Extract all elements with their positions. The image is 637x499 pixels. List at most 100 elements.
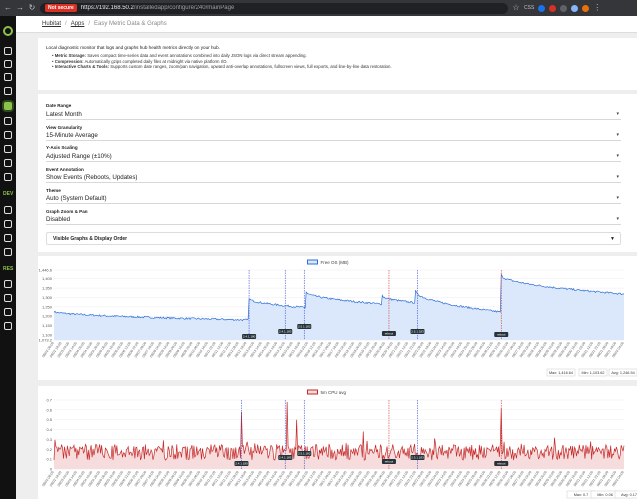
theme-select[interactable]: Auto (System Default) ▾: [46, 195, 621, 204]
annotation-label: 2.5.1.182: [298, 324, 311, 328]
visible-graphs-expander[interactable]: Visible Graphs & Display Order ▼: [46, 232, 621, 245]
extension-icon[interactable]: [560, 4, 568, 12]
profile-avatar[interactable]: [582, 4, 590, 12]
y-tick-label: 1,250: [42, 304, 53, 309]
reports-icon[interactable]: [4, 173, 12, 181]
main-content: Hubitat / Apps / Easy Metric Data & Graphs L…: [16, 16, 637, 499]
dashboard-icon[interactable]: [4, 87, 12, 95]
date-range-select[interactable]: Latest Month ▾: [46, 111, 621, 120]
annotation-label: reboot: [497, 332, 506, 336]
intro-description: Local diagnostic monitor that logs and g…: [46, 45, 220, 50]
bullet-title: Interactive Charts & Tools:: [54, 64, 110, 70]
y-axis-scaling-label: Y-Axis Scaling: [46, 145, 78, 150]
chevron-down-icon: ▾: [616, 195, 619, 201]
view-granularity-value: 15-Minute Average: [46, 132, 98, 139]
free-os-chart[interactable]: Free OS (MB) 1,446.6 1,400 1,350 1,300 1,250 1…: [38, 256, 637, 380]
security-badge[interactable]: Not secure: [45, 4, 77, 12]
support-icon[interactable]: [4, 308, 12, 316]
drivers-icon[interactable]: [4, 234, 12, 242]
extension-icon[interactable]: [549, 4, 557, 12]
breadcrumb-apps[interactable]: Apps: [71, 21, 85, 27]
stat-min: Min: 1,103.62: [581, 371, 604, 375]
annotation-label: reboot: [497, 461, 506, 465]
address-bar[interactable]: Not secure https://192.168.50.2/installe…: [40, 2, 508, 14]
chevron-down-icon: ▾: [616, 132, 619, 138]
chevron-down-icon: ▾: [616, 153, 619, 159]
view-granularity-select[interactable]: 15-Minute Average ▾: [46, 132, 621, 141]
legend-swatch: [307, 259, 318, 265]
top-bar: Hubitat / Apps / Easy Metric Data & Graphs: [16, 16, 637, 33]
code-icon[interactable]: [4, 206, 12, 214]
free-os-chart-card: Free OS (MB) 1,446.6 1,400 1,350 1,300 1,250 1…: [38, 256, 637, 380]
community-icon[interactable]: [4, 294, 12, 302]
tools-icon[interactable]: [4, 131, 12, 139]
extension-icon[interactable]: [571, 4, 579, 12]
series-area: [54, 274, 624, 340]
forward-icon[interactable]: →: [16, 0, 24, 16]
url-text: https://192.168.50.2/installedapp/config…: [81, 5, 234, 11]
stat-avg: Avg: 1,246.54: [611, 371, 634, 375]
view-granularity-label: View Granularity: [46, 125, 83, 130]
apps-icon[interactable]: [4, 102, 12, 110]
chat-icon[interactable]: [4, 322, 12, 330]
y-tick-label: 0.6: [46, 407, 52, 412]
stat-avg: Avg: 0.17: [621, 493, 637, 497]
legend-label: 5m CPU avg: [321, 390, 347, 395]
extension-label[interactable]: CSS: [524, 5, 534, 11]
documentation-icon[interactable]: [4, 280, 12, 288]
graph-zoom-label: Graph Zoom & Pan: [46, 209, 88, 214]
y-tick-label: 0.2: [46, 447, 52, 452]
devices-icon[interactable]: [4, 60, 12, 68]
breadcrumb: Hubitat / Apps / Easy Metric Data & Graphs: [42, 21, 167, 27]
settings-icon[interactable]: [4, 145, 12, 153]
theme-label: Theme: [46, 188, 61, 193]
menu-icon[interactable]: ⋮: [593, 0, 601, 16]
reload-icon[interactable]: ↻: [28, 0, 36, 16]
bullet-body: Saves compact time-series data and event…: [87, 53, 307, 58]
url-host: https://192.168.50.2: [80, 5, 134, 11]
event-annotation-select[interactable]: Show Events (Reboots, Updates) ▾: [46, 174, 621, 183]
chevron-down-icon: ▾: [616, 216, 619, 222]
dev-section-label: DEV: [3, 191, 14, 197]
logs-icon[interactable]: [4, 159, 12, 167]
y-tick-label: 0.4: [46, 427, 52, 432]
rooms-icon[interactable]: [4, 73, 12, 81]
sidebar: DEV RES: [0, 16, 16, 499]
cpu-chart[interactable]: 5m CPU avg0.70.60.50.40.30.20.102.4.1.18…: [38, 386, 637, 499]
back-icon[interactable]: ←: [4, 0, 12, 16]
y-tick-label: 1,300: [42, 295, 53, 300]
cpu-chart-card: 5m CPU avg 0.7 0.6 0.5 0.4 0.3 0.2 0.1 0 2.4.1.18…: [38, 386, 637, 499]
hubitat-logo[interactable]: [3, 26, 13, 36]
y-tick-label: 0.7: [46, 398, 52, 403]
event-annotation-value: Show Events (Reboots, Updates): [46, 174, 138, 181]
breadcrumb-separator: /: [65, 21, 67, 27]
y-tick-label: 0.5: [46, 417, 52, 422]
libraries-icon[interactable]: [4, 248, 12, 256]
bullet-title: Metric Storage:: [54, 53, 86, 58]
annotation-label: reboot: [385, 459, 394, 463]
globe-icon[interactable]: [4, 220, 12, 228]
annotation-label: reboot: [385, 331, 394, 335]
stat-max: Max: 0.7: [574, 493, 589, 497]
integrations-icon[interactable]: [4, 117, 12, 125]
breadcrumb-hubitat[interactable]: Hubitat: [42, 21, 61, 27]
series-line: [53, 401, 625, 461]
annotation-label: 2.5.1.183: [411, 329, 424, 333]
graph-zoom-select[interactable]: Disabled ▾: [46, 216, 621, 225]
annotation-label: 2.4.1.180: [243, 334, 256, 338]
bullet-title: Compression:: [54, 58, 84, 64]
extension-icon[interactable]: [538, 4, 546, 12]
stat-min: Min: 0.06: [597, 493, 613, 497]
y-tick-label: 1,446.6: [39, 268, 53, 273]
res-section-label: RES: [3, 266, 14, 272]
y-axis-scaling-select[interactable]: Adjusted Range (±10%) ▾: [46, 153, 621, 162]
y-tick-label: 0.1: [46, 457, 52, 462]
chevron-down-icon: ▾: [616, 111, 619, 117]
star-icon[interactable]: ☆: [512, 0, 520, 16]
legend-label: Free OS (MB): [321, 260, 350, 265]
home-icon[interactable]: [4, 47, 12, 55]
intro-card: Local diagnostic monitor that logs and g…: [38, 38, 637, 90]
y-tick-label: 0.3: [46, 437, 52, 442]
y-tick-label: 1,400: [42, 276, 53, 281]
bullet-body: Supports custom date ranges, zoom/pan na…: [110, 64, 392, 70]
